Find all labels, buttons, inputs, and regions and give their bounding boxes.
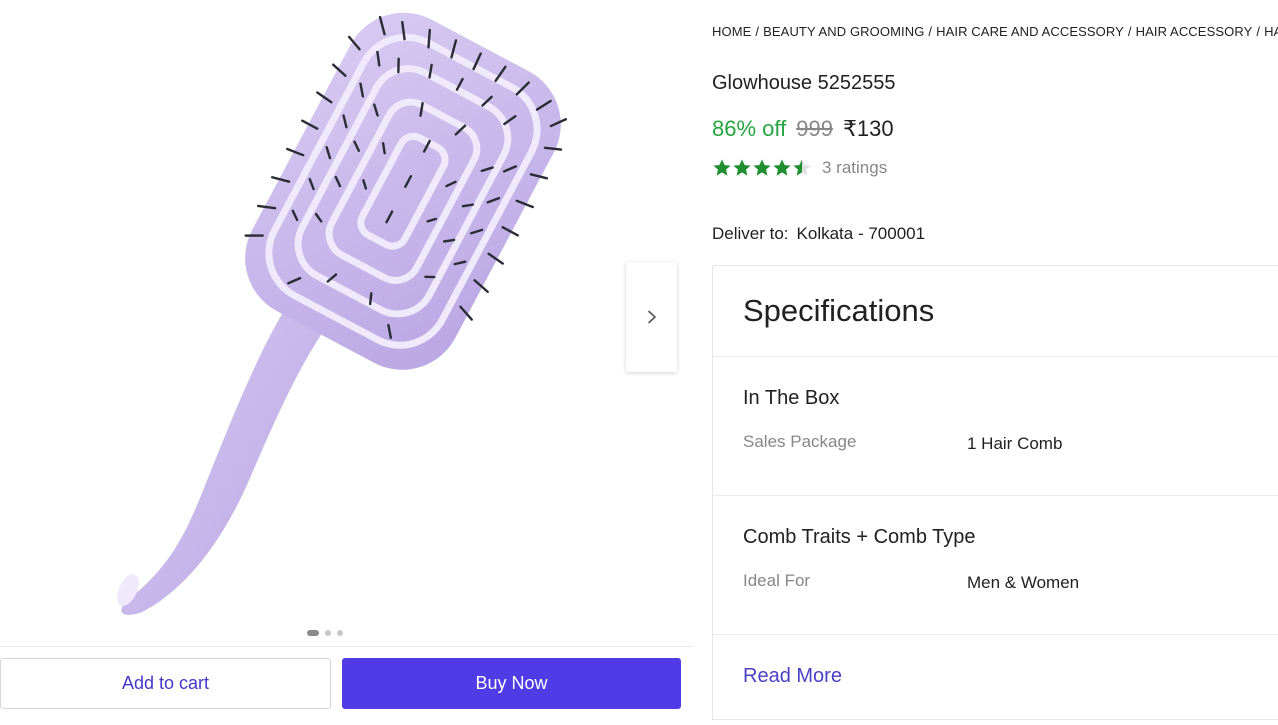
product-title: Glowhouse 5252555 — [712, 72, 896, 94]
action-bar: Add to cart Buy Now — [0, 646, 693, 725]
specifications-card: Specifications In The Box Sales Package … — [712, 265, 1278, 720]
original-price: 999 — [796, 116, 833, 141]
rating-row[interactable]: 3 ratings — [712, 158, 887, 178]
read-more-link[interactable]: Read More — [743, 665, 842, 688]
carousel-dots — [307, 630, 343, 636]
breadcrumb-hair-care[interactable]: HAIR CARE AND ACCESSORY — [936, 24, 1124, 39]
spec-key: Ideal For — [743, 571, 811, 590]
breadcrumb-beauty-grooming[interactable]: BEAUTY AND GROOMING — [763, 24, 924, 39]
breadcrumb: HOME / BEAUTY AND GROOMING / HAIR CARE AND A… — [712, 24, 1278, 39]
buy-now-button[interactable]: Buy Now — [342, 658, 681, 709]
star-icon — [713, 159, 731, 176]
product-details: HOME / BEAUTY AND GROOMING / HAIR CARE AND A… — [712, 0, 1278, 725]
divider — [713, 634, 1278, 635]
star-icon — [793, 159, 811, 176]
star-icon — [753, 159, 771, 176]
breadcrumb-hair-accessory[interactable]: HAIR ACCESSORY — [1136, 24, 1253, 39]
breadcrumb-separator: / — [755, 24, 760, 39]
carousel-dot-2[interactable] — [325, 630, 331, 636]
star-icon — [733, 159, 751, 176]
carousel-dot-1[interactable] — [307, 630, 319, 636]
breadcrumb-separator: / — [1256, 24, 1261, 39]
price-row: 86% off 999 ₹130 — [712, 116, 894, 142]
carousel-next-button[interactable] — [626, 262, 677, 372]
breadcrumb-separator: / — [1127, 24, 1132, 39]
breadcrumb-separator: / — [928, 24, 933, 39]
delivery-location[interactable]: Deliver to: Kolkata - 700001 — [712, 224, 925, 244]
star-rating — [712, 158, 812, 178]
discount-percent: 86% off — [712, 116, 787, 141]
product-gallery: Add to cart Buy Now — [0, 0, 695, 725]
divider — [713, 356, 1278, 357]
star-icon — [773, 159, 791, 176]
specifications-title: Specifications — [743, 293, 935, 328]
spec-group-title: In The Box — [743, 387, 840, 409]
spec-group-title: Comb Traits + Comb Type — [743, 526, 976, 548]
breadcrumb-home[interactable]: HOME — [712, 24, 751, 39]
ratings-count: 3 ratings — [822, 158, 888, 177]
chevron-right-icon — [647, 310, 656, 324]
spec-key: Sales Package — [743, 432, 857, 451]
deliver-to-label: Deliver to: — [712, 224, 789, 243]
product-image[interactable] — [90, 8, 570, 623]
divider — [713, 495, 1278, 496]
spec-value: Men & Women — [967, 573, 1080, 592]
delivery-pincode: Kolkata - 700001 — [796, 224, 926, 243]
spec-value: 1 Hair Comb — [967, 434, 1063, 453]
selling-price: ₹130 — [842, 116, 894, 141]
breadcrumb-hair-comb[interactable]: HAIR CO — [1264, 24, 1278, 39]
carousel-dot-3[interactable] — [337, 630, 343, 636]
add-to-cart-button[interactable]: Add to cart — [0, 658, 331, 709]
